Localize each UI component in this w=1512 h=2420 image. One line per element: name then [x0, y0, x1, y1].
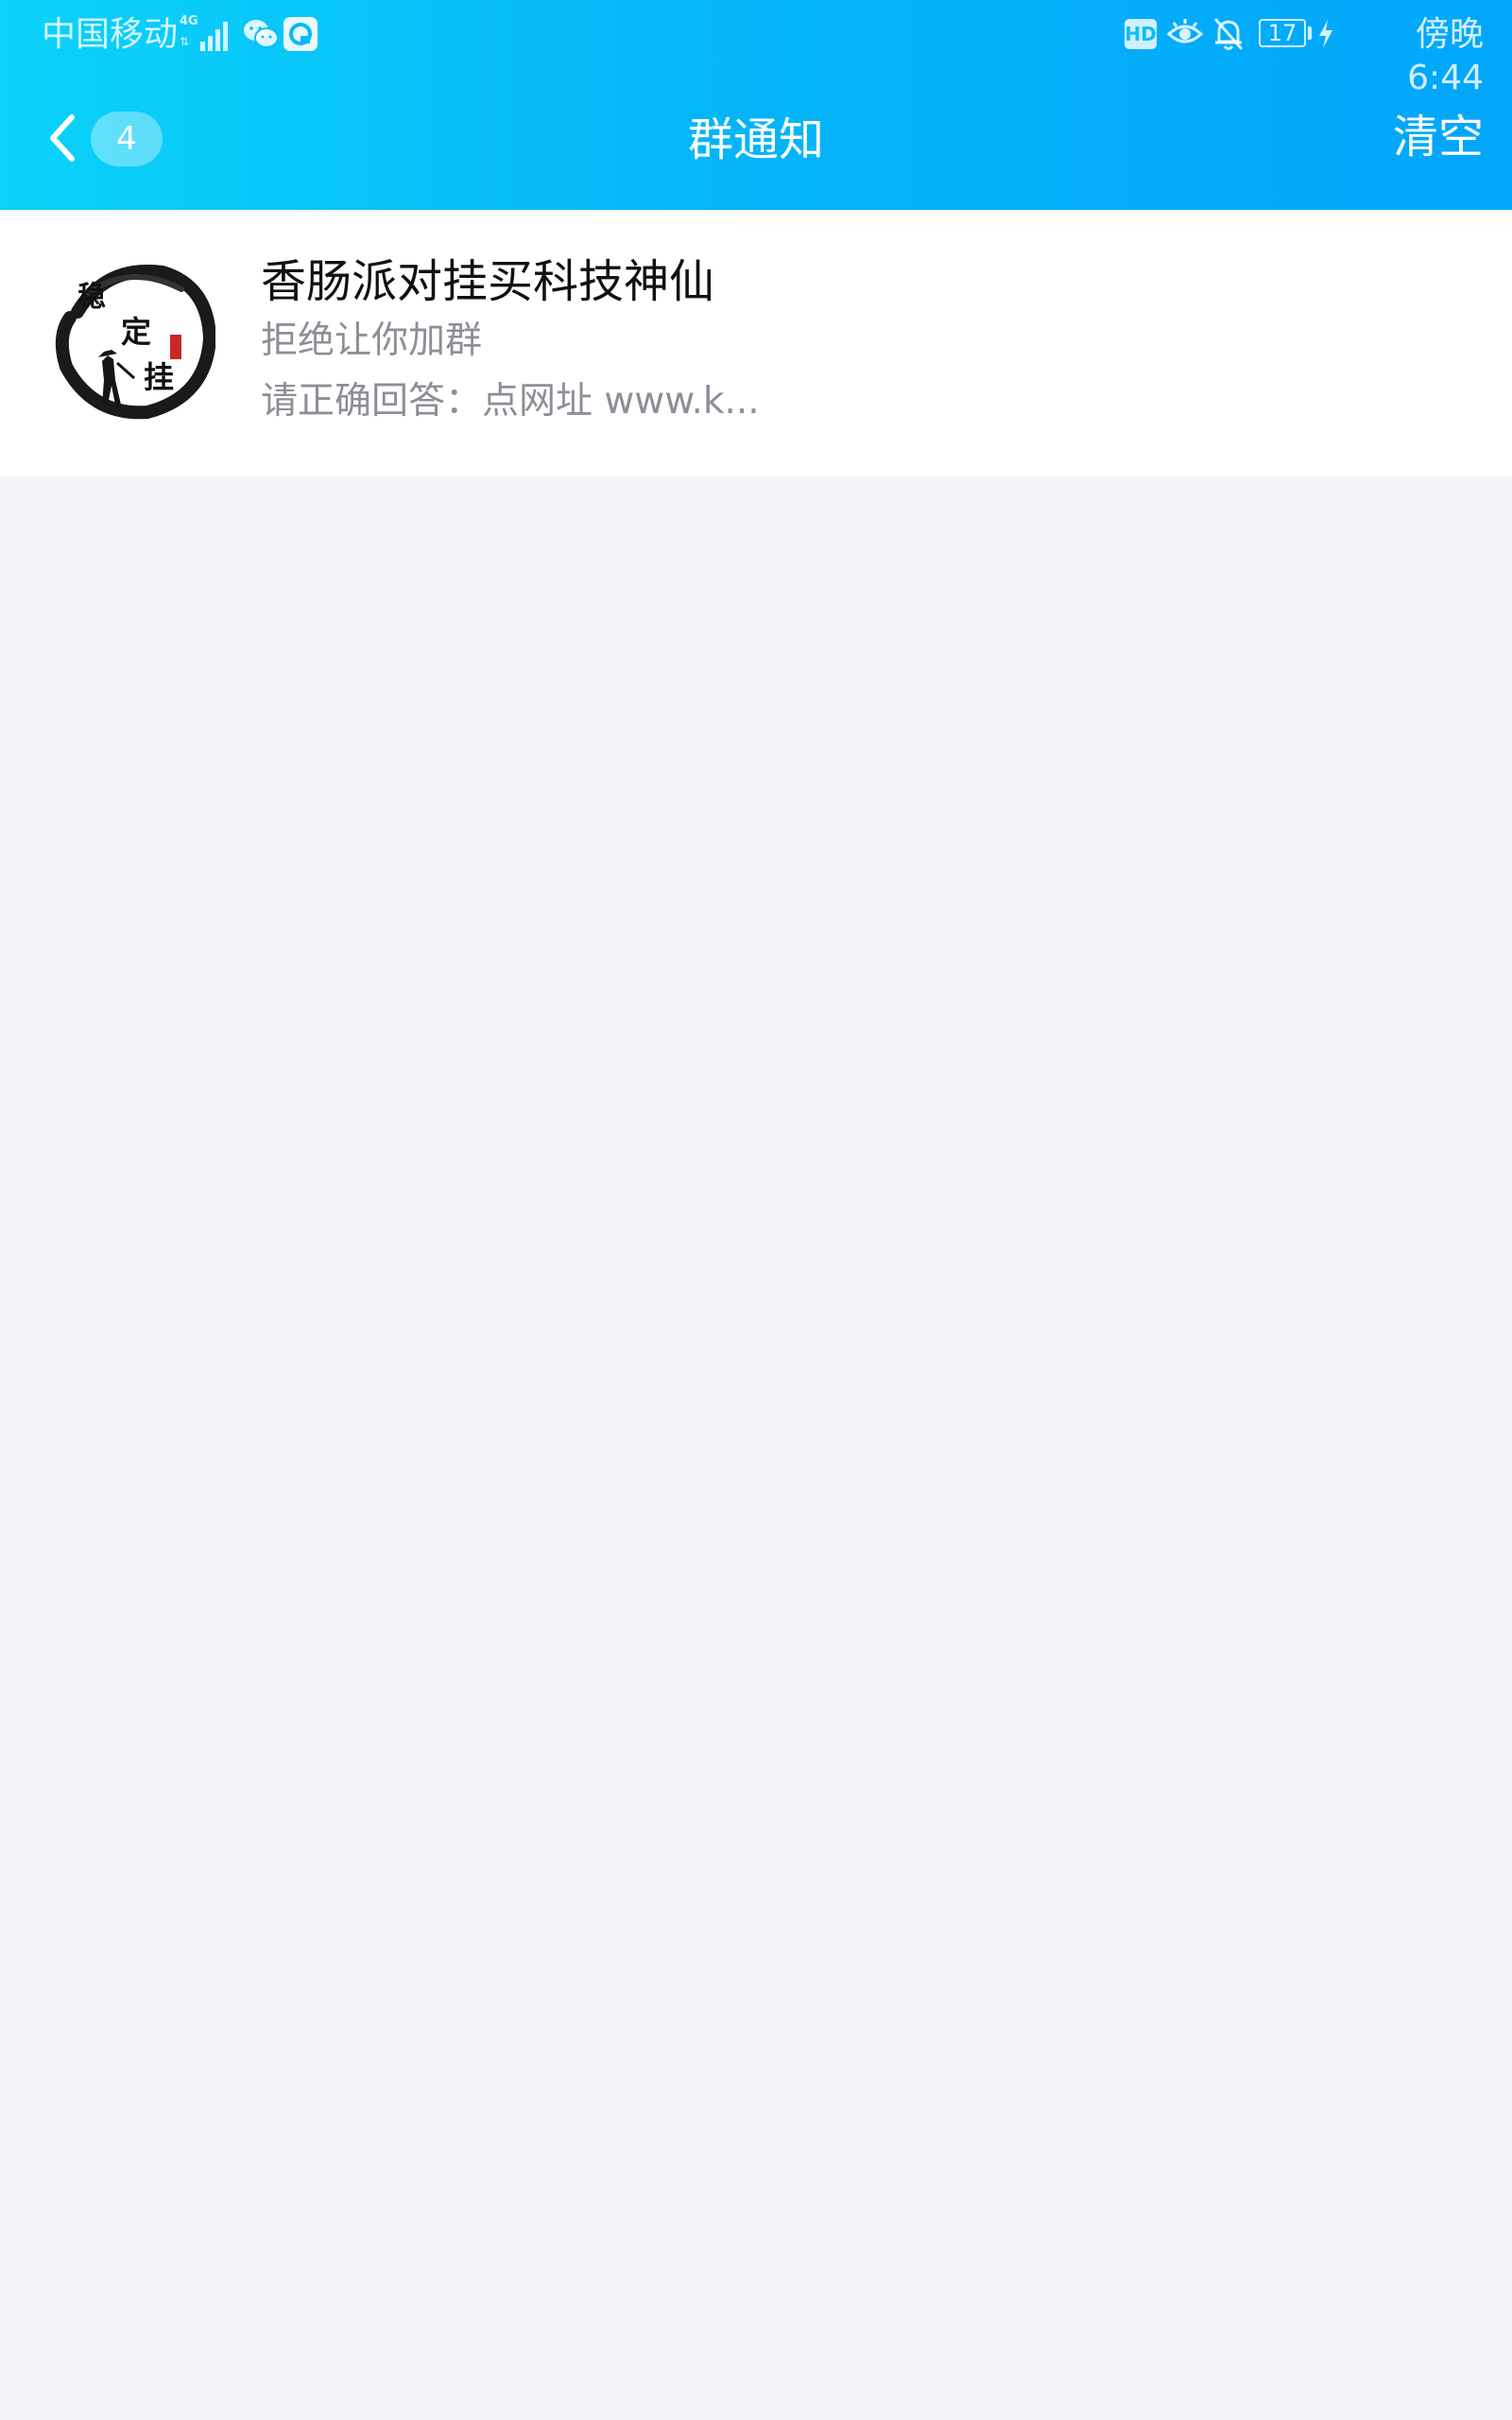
header: 中国移动 4G ⇅ HD 17 傍晚6:44 4 群通知 清空	[0, 0, 1512, 210]
battery-tip	[1308, 26, 1312, 40]
unread-count-badge: 4	[91, 112, 163, 166]
back-chevron-icon	[50, 114, 75, 162]
group-name: 香肠派对挂买科技神仙	[261, 255, 715, 308]
eye-icon	[1166, 19, 1204, 43]
hd-icon: HD	[1125, 19, 1157, 49]
notice-status: 拒绝让你加群	[261, 320, 483, 362]
clock: 傍晚6:44	[1407, 15, 1484, 97]
battery-icon: 17	[1259, 19, 1306, 47]
app-notification-icon	[284, 17, 318, 51]
svg-text:挂: 挂	[144, 359, 174, 395]
carrier-label: 中国移动	[42, 15, 179, 54]
list-item[interactable]: 稳 定 挂 香肠派对挂买科技神仙 拒绝让你加群 请正确回答：点网址 www.k.…	[0, 210, 1512, 476]
data-arrows-icon: ⇅	[180, 35, 190, 48]
back-button[interactable]: 4	[38, 104, 170, 170]
bell-muted-icon	[1213, 18, 1244, 50]
charging-icon	[1319, 20, 1332, 48]
wechat-icon	[244, 20, 279, 48]
svg-text:稳: 稳	[77, 281, 106, 314]
group-avatar[interactable]: 稳 定 挂	[49, 255, 215, 422]
signal-icon: 4G ⇅	[180, 15, 232, 53]
page-title: 群通知	[687, 113, 824, 166]
svg-text:定: 定	[121, 314, 151, 350]
network-type-label: 4G	[180, 14, 198, 28]
clear-button[interactable]: 清空	[1351, 106, 1484, 168]
battery-level: 17	[1267, 20, 1297, 46]
status-bar: 中国移动 4G ⇅ HD 17 傍晚6:44	[0, 0, 1512, 98]
signal-bars-icon	[200, 22, 228, 51]
notice-detail: 请正确回答：点网址 www.k...	[261, 380, 760, 423]
